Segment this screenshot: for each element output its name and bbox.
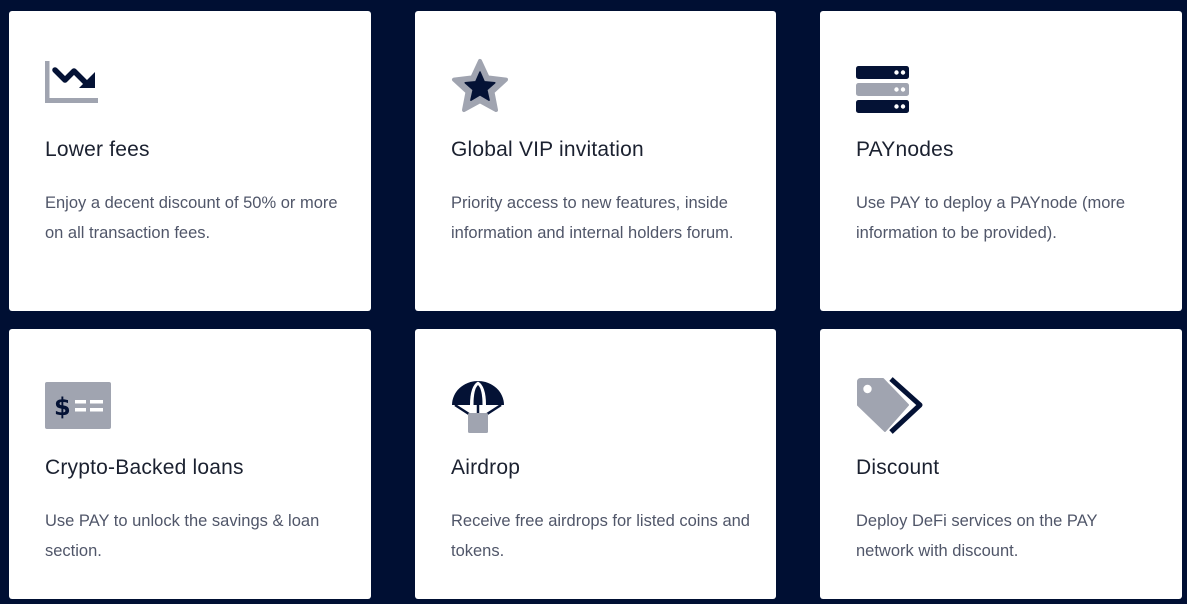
feature-description: Use PAY to unlock the savings & loan sec…: [45, 512, 320, 560]
chart-down-icon: [45, 61, 125, 121]
star-icon: [451, 59, 531, 119]
feature-description: Enjoy a decent discount of 50% or more o…: [45, 194, 338, 242]
feature-description: Deploy DeFi services on the PAY network …: [856, 512, 1098, 560]
feature-description: Priority access to new features, inside …: [451, 194, 734, 242]
svg-text:$: $: [54, 393, 71, 421]
feature-title: Global VIP invitation: [451, 138, 644, 161]
feature-title: PAYnodes: [856, 138, 954, 161]
feature-title: Airdrop: [451, 456, 521, 479]
feature-description: Receive free airdrops for listed coins a…: [451, 512, 750, 560]
parachute-box-icon: [451, 380, 531, 440]
money-check-icon: $: [45, 382, 125, 442]
feature-title: Crypto-Backed loans: [45, 456, 244, 479]
feature-title: Lower fees: [45, 138, 150, 161]
server-icon: [856, 66, 936, 126]
feature-card-crypto-backed-loans: $ Crypto-Backed loans Use PAY to unlock …: [9, 329, 371, 599]
feature-card-paynodes: PAYnodes Use PAY to deploy a PAYnode (mo…: [820, 11, 1182, 311]
feature-card-lower-fees: Lower fees Enjoy a decent discount of 50…: [9, 11, 371, 311]
feature-title: Discount: [856, 456, 940, 479]
feature-card-airdrop: Airdrop Receive free airdrops for listed…: [415, 329, 776, 599]
feature-description: Use PAY to deploy a PAYnode (more inform…: [856, 194, 1126, 242]
feature-card-global-vip-invitation: Global VIP invitation Priority access to…: [415, 11, 776, 311]
feature-card-discount: Discount Deploy DeFi services on the PAY…: [820, 329, 1182, 599]
tags-icon: [856, 377, 936, 438]
